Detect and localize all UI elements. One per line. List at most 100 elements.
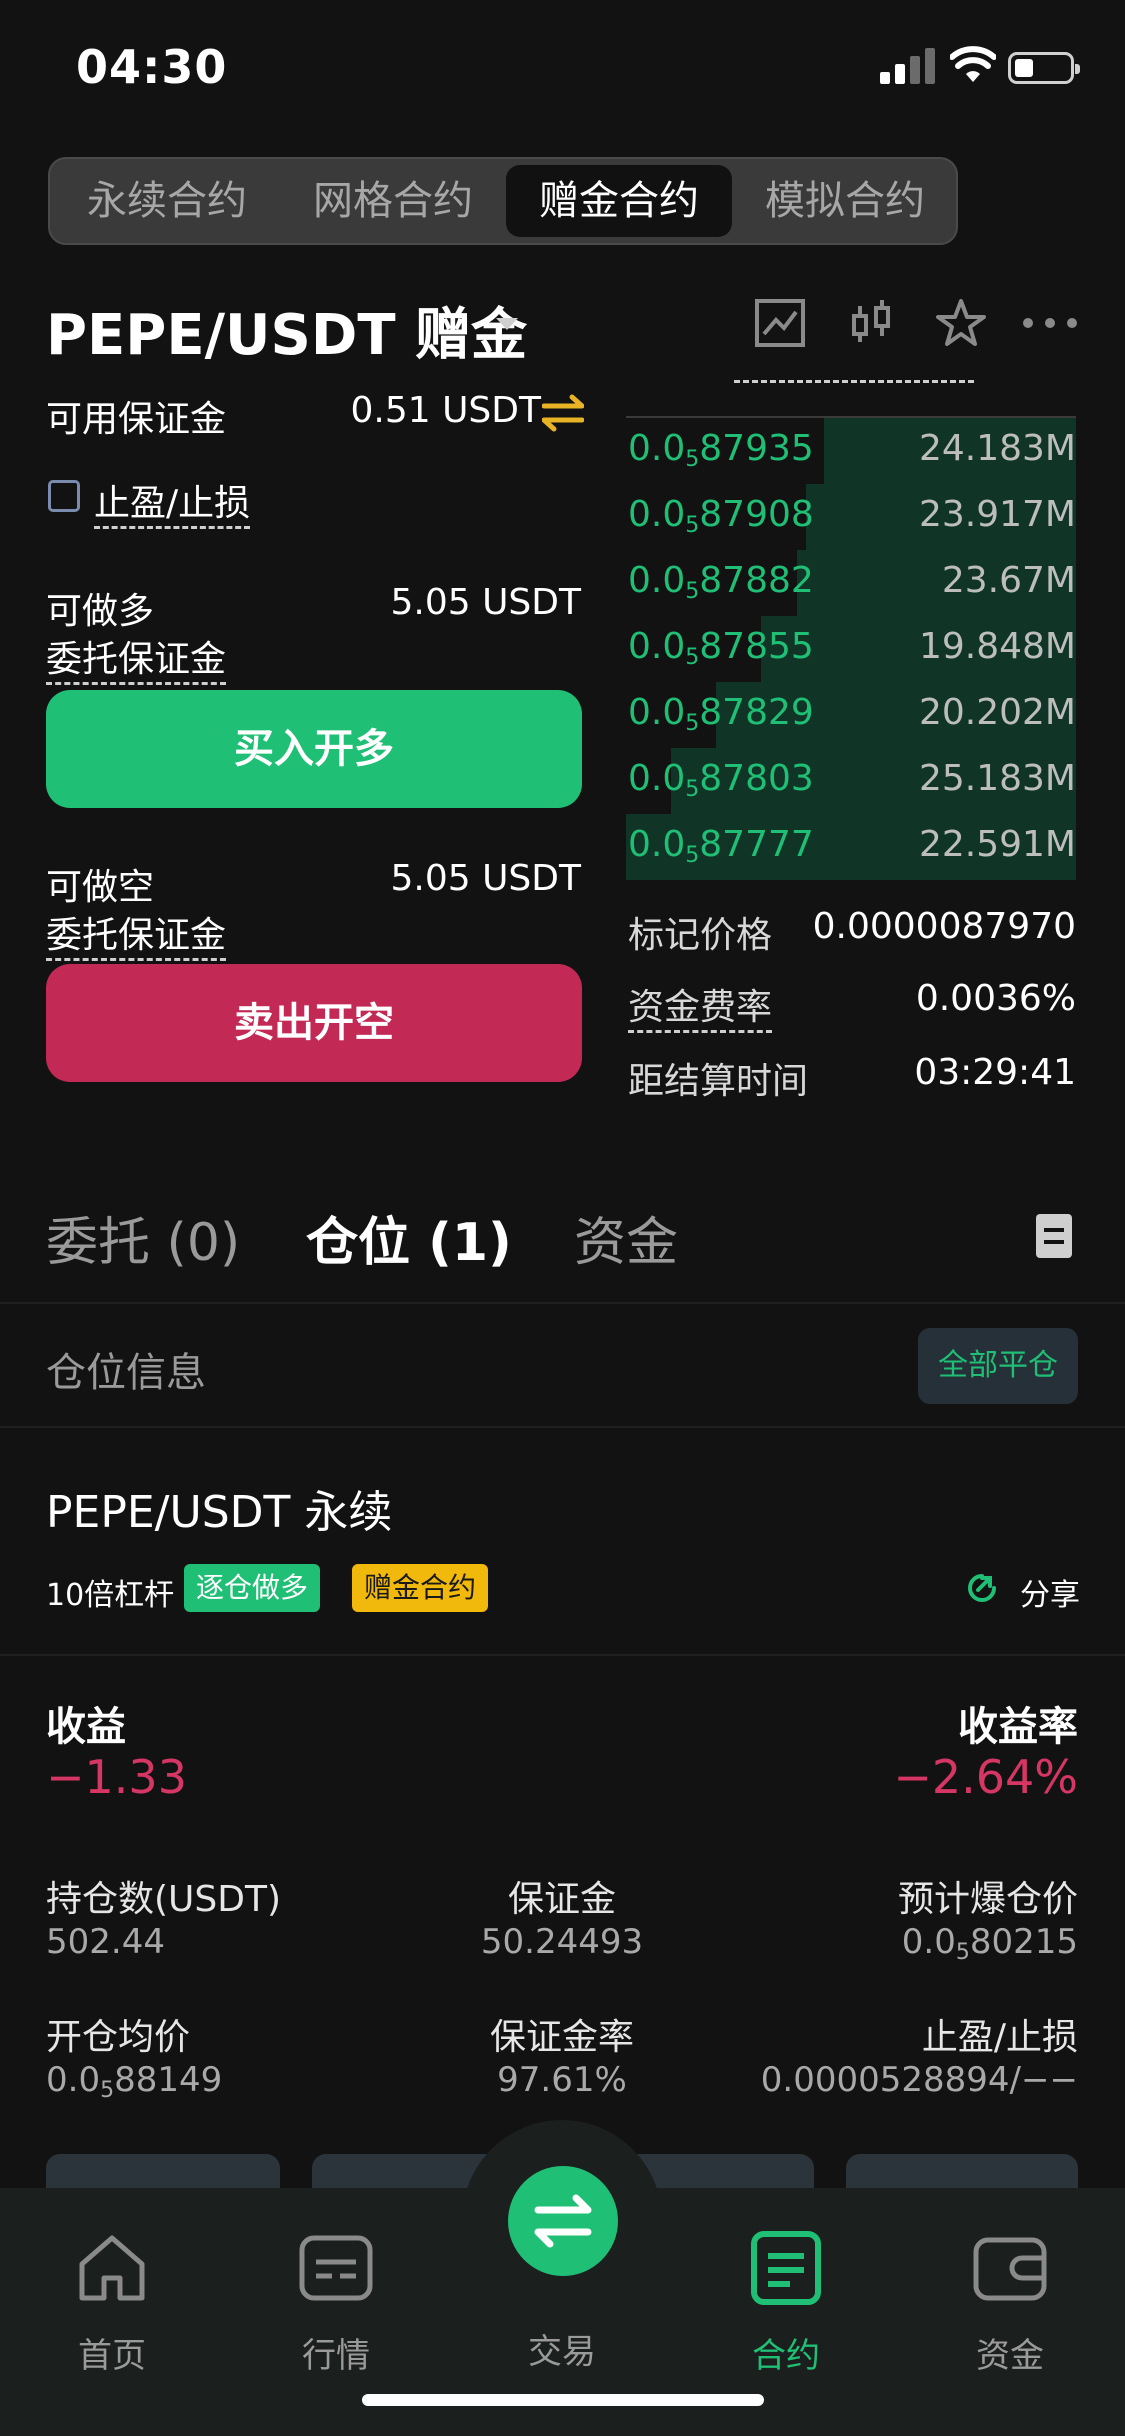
- long-margin-label[interactable]: 委托保证金: [46, 639, 227, 685]
- home-indicator: [362, 2394, 764, 2406]
- orderbook-price: 0.0587777: [628, 824, 814, 868]
- tab-demo[interactable]: 模拟合约: [738, 165, 952, 237]
- long-available-value: 5.05 USDT: [390, 582, 581, 623]
- close-all-button[interactable]: 全部平仓: [918, 1328, 1078, 1404]
- nav-home-label: 首页: [78, 2336, 146, 2376]
- leverage-label: 10倍杠杆: [46, 1578, 175, 1613]
- sell-short-button[interactable]: 卖出开空: [46, 964, 582, 1082]
- roe-value: −2.64%: [893, 1750, 1078, 1804]
- pnl-label: 收益: [46, 1704, 126, 1750]
- chevron-down-icon[interactable]: [496, 318, 518, 330]
- tp-sl-checkbox[interactable]: [48, 480, 80, 512]
- short-available-label: 可做空: [46, 867, 155, 908]
- available-margin-value: 0.51 USDT: [350, 390, 541, 431]
- pair-selector[interactable]: PEPE/USDT 赠金: [46, 290, 527, 371]
- nav-contract[interactable]: 合约: [696, 2230, 876, 2377]
- margin-value: 50.24493: [480, 1922, 644, 1962]
- long-available-label: 可做多: [46, 591, 155, 632]
- orderbook-row[interactable]: 0.0587855 19.848M: [626, 616, 1076, 682]
- tab-grid[interactable]: 网格合约: [286, 165, 500, 237]
- orderbook-price: 0.0587855: [628, 626, 814, 670]
- margin-ratio-label: 保证金率: [489, 2017, 634, 2058]
- wallet-icon: [973, 2237, 1047, 2301]
- short-margin-label[interactable]: 委托保证金: [46, 915, 227, 961]
- nav-trade-label: 交易: [528, 2332, 596, 2372]
- entry-price-value: 0.0588149: [46, 2060, 223, 2103]
- candlestick-icon[interactable]: [846, 298, 900, 348]
- position-size-value: 502.44: [46, 1922, 165, 1962]
- tp-sl-label[interactable]: 止盈/止损: [94, 483, 251, 529]
- market-icon: [299, 2235, 373, 2301]
- tab-perpetual[interactable]: 永续合约: [60, 165, 274, 237]
- tab-orders[interactable]: 委托 (0): [46, 1200, 240, 1275]
- nav-market[interactable]: 行情: [246, 2230, 426, 2377]
- orderbook-price: 0.0587803: [628, 758, 814, 802]
- orderbook-price: 0.0587829: [628, 692, 814, 736]
- more-icon[interactable]: [1020, 298, 1080, 348]
- orderbook-quantity: 20.202M: [918, 692, 1076, 733]
- contract-type-tabs: 永续合约 网格合约 赠金合约 模拟合约: [48, 157, 958, 245]
- nav-assets[interactable]: 资金: [920, 2230, 1100, 2377]
- tab-bonus[interactable]: 赠金合约: [506, 165, 732, 237]
- divider: [0, 1654, 1125, 1656]
- signal-icon: [880, 48, 935, 84]
- orderbook-row[interactable]: 0.0587908 23.917M: [626, 484, 1076, 550]
- orderbook-price: 0.0587908: [628, 494, 814, 538]
- funding-rate-value: 0.0036%: [915, 978, 1076, 1019]
- tab-positions[interactable]: 仓位 (1): [306, 1200, 512, 1275]
- nav-home[interactable]: 首页: [22, 2230, 202, 2377]
- isolated-long-badge: 逐仓做多: [184, 1564, 321, 1612]
- orderbook-row[interactable]: 0.0587803 25.183M: [626, 748, 1076, 814]
- orderbook-quantity: 23.67M: [941, 560, 1076, 601]
- margin-ratio-value: 97.61%: [497, 2060, 627, 2100]
- bonus-contract-badge: 赠金合约: [352, 1564, 489, 1612]
- orderbook-price: 0.0587882: [628, 560, 814, 604]
- nav-assets-label: 资金: [976, 2336, 1044, 2376]
- share-icon[interactable]: [964, 1570, 1000, 1606]
- liquidation-price-label: 预计爆仓价: [897, 1879, 1078, 1920]
- nav-contract-label: 合约: [752, 2336, 820, 2376]
- orderbook-row[interactable]: 0.0587777 22.591M: [626, 814, 1076, 880]
- margin-label: 保证金: [507, 1879, 616, 1920]
- chart-icon[interactable]: [754, 298, 808, 348]
- tp-sl-position-label: 止盈/止损: [921, 2017, 1078, 2058]
- entry-price-label: 开仓均价: [46, 2017, 191, 2058]
- nav-trade-button[interactable]: [508, 2166, 618, 2276]
- transfer-icon[interactable]: [542, 394, 584, 432]
- mark-price-value: 0.0000087970: [812, 906, 1076, 947]
- orderbook-price: 0.0587935: [628, 428, 814, 472]
- orderbook-quantity: 19.848M: [918, 626, 1076, 667]
- status-time: 04:30: [76, 40, 228, 94]
- orderbook-quantity: 25.183M: [918, 758, 1076, 799]
- mark-price-label: 标记价格: [628, 915, 773, 956]
- share-button[interactable]: 分享: [1020, 1570, 1080, 1614]
- contract-icon: [751, 2231, 821, 2305]
- tab-assets[interactable]: 资金: [574, 1200, 678, 1275]
- liquidation-price-value: 0.0580215: [901, 1922, 1078, 1965]
- position-pair: PEPE/USDT 永续: [46, 1487, 393, 1538]
- orderbook-row[interactable]: 0.0587935 24.183M: [626, 418, 1076, 484]
- tp-sl-position-value: 0.0000528894/−−: [760, 2060, 1078, 2100]
- funding-rate-label[interactable]: 资金费率: [628, 987, 773, 1033]
- swap-icon: [534, 2194, 592, 2248]
- orderbook-cut-row: [734, 372, 974, 394]
- nav-market-label: 行情: [302, 2336, 370, 2376]
- orderbook-row[interactable]: 0.0587829 20.202M: [626, 682, 1076, 748]
- roe-label: 收益率: [958, 1704, 1078, 1750]
- short-available-value: 5.05 USDT: [390, 858, 581, 899]
- orderbook-row[interactable]: 0.0587882 23.67M: [626, 550, 1076, 616]
- position-info-header: 仓位信息: [46, 1350, 206, 1396]
- wifi-icon: [950, 46, 996, 82]
- battery-icon: [1008, 52, 1080, 84]
- buy-long-button[interactable]: 买入开多: [46, 690, 582, 808]
- available-margin-label: 可用保证金: [46, 399, 227, 440]
- divider: [0, 1302, 1125, 1304]
- star-icon[interactable]: [934, 298, 988, 348]
- settlement-time-label: 距结算时间: [628, 1061, 809, 1102]
- orderbook-quantity: 23.917M: [918, 494, 1076, 535]
- orderbook-quantity: 24.183M: [918, 428, 1076, 469]
- position-size-label: 持仓数(USDT): [46, 1879, 282, 1920]
- pnl-value: −1.33: [46, 1750, 187, 1804]
- orderbook-quantity: 22.591M: [918, 824, 1076, 865]
- document-icon[interactable]: [1036, 1214, 1072, 1258]
